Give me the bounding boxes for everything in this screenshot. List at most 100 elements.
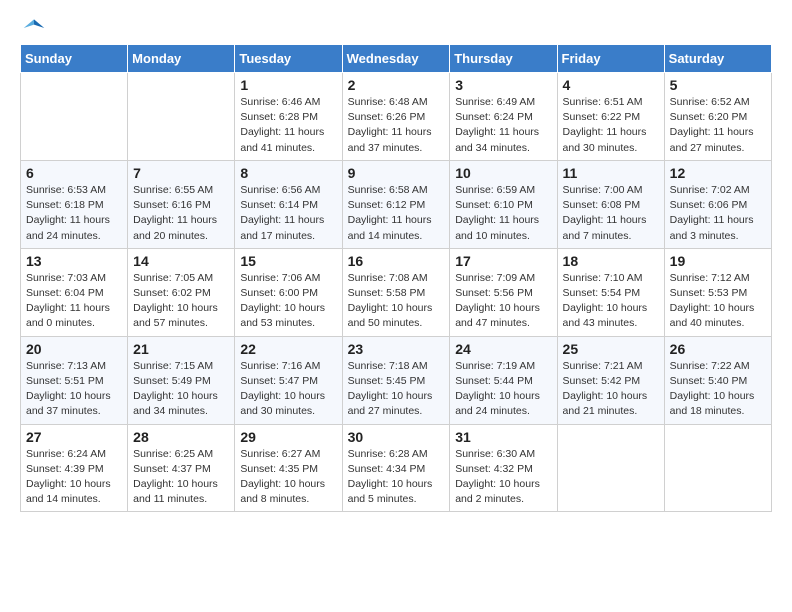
day-info: Sunrise: 6:24 AMSunset: 4:39 PMDaylight:…: [26, 447, 122, 508]
day-number: 19: [670, 253, 766, 269]
week-row-2: 6 Sunrise: 6:53 AMSunset: 6:18 PMDaylight…: [21, 160, 772, 248]
day-number: 18: [563, 253, 659, 269]
day-info: Sunrise: 7:00 AMSunset: 6:08 PMDaylight:…: [563, 183, 659, 244]
day-number: 12: [670, 165, 766, 181]
page: SundayMondayTuesdayWednesdayThursdayFrid…: [0, 0, 792, 528]
day-info: Sunrise: 7:08 AMSunset: 5:58 PMDaylight:…: [348, 271, 445, 332]
day-cell-28: 28 Sunrise: 6:25 AMSunset: 4:37 PMDayligh…: [128, 424, 235, 512]
day-info: Sunrise: 6:49 AMSunset: 6:24 PMDaylight:…: [455, 95, 551, 156]
day-number: 15: [240, 253, 336, 269]
day-cell-23: 23 Sunrise: 7:18 AMSunset: 5:45 PMDayligh…: [342, 336, 450, 424]
weekday-header-monday: Monday: [128, 45, 235, 73]
day-cell-18: 18 Sunrise: 7:10 AMSunset: 5:54 PMDayligh…: [557, 248, 664, 336]
day-info: Sunrise: 7:03 AMSunset: 6:04 PMDaylight:…: [26, 271, 122, 332]
day-info: Sunrise: 6:55 AMSunset: 6:16 PMDaylight:…: [133, 183, 229, 244]
day-number: 22: [240, 341, 336, 357]
week-row-5: 27Sunrise: 6:24 AMSunset: 4:39 PMDayligh…: [21, 424, 772, 512]
day-number: 8: [240, 165, 336, 181]
day-number: 16: [348, 253, 445, 269]
day-cell-19: 19 Sunrise: 7:12 AMSunset: 5:53 PMDayligh…: [664, 248, 771, 336]
day-cell-24: 24 Sunrise: 7:19 AMSunset: 5:44 PMDayligh…: [450, 336, 557, 424]
day-info: Sunrise: 7:19 AMSunset: 5:44 PMDaylight:…: [455, 359, 551, 420]
day-cell-1: 1 Sunrise: 6:46 AMSunset: 6:28 PMDaylight…: [235, 73, 342, 161]
weekday-header-wednesday: Wednesday: [342, 45, 450, 73]
day-number: 24: [455, 341, 551, 357]
day-info: Sunrise: 7:10 AMSunset: 5:54 PMDaylight:…: [563, 271, 659, 332]
day-info: Sunrise: 6:28 AMSunset: 4:34 PMDaylight:…: [348, 447, 445, 508]
day-info: Sunrise: 7:05 AMSunset: 6:02 PMDaylight:…: [133, 271, 229, 332]
day-number: 3: [455, 77, 551, 93]
day-cell-25: 25 Sunrise: 7:21 AMSunset: 5:42 PMDayligh…: [557, 336, 664, 424]
day-info: Sunrise: 6:46 AMSunset: 6:28 PMDaylight:…: [240, 95, 336, 156]
day-info: Sunrise: 7:21 AMSunset: 5:42 PMDaylight:…: [563, 359, 659, 420]
day-number: 23: [348, 341, 445, 357]
day-cell-10: 10Sunrise: 6:59 AMSunset: 6:10 PMDayligh…: [450, 160, 557, 248]
day-info: Sunrise: 6:25 AMSunset: 4:37 PMDaylight:…: [133, 447, 229, 508]
day-info: Sunrise: 6:30 AMSunset: 4:32 PMDaylight:…: [455, 447, 551, 508]
day-cell-4: 4Sunrise: 6:51 AMSunset: 6:22 PMDaylight…: [557, 73, 664, 161]
day-cell-9: 9Sunrise: 6:58 AMSunset: 6:12 PMDaylight…: [342, 160, 450, 248]
empty-cell: [21, 73, 128, 161]
logo: [20, 16, 46, 36]
day-info: Sunrise: 7:06 AMSunset: 6:00 PMDaylight:…: [240, 271, 336, 332]
day-info: Sunrise: 6:27 AMSunset: 4:35 PMDaylight:…: [240, 447, 336, 508]
day-cell-14: 14 Sunrise: 7:05 AMSunset: 6:02 PMDayligh…: [128, 248, 235, 336]
day-cell-13: 13 Sunrise: 7:03 AMSunset: 6:04 PMDayligh…: [21, 248, 128, 336]
day-cell-29: 29 Sunrise: 6:27 AMSunset: 4:35 PMDayligh…: [235, 424, 342, 512]
day-info: Sunrise: 7:22 AMSunset: 5:40 PMDaylight:…: [670, 359, 766, 420]
weekday-header-tuesday: Tuesday: [235, 45, 342, 73]
day-number: 17: [455, 253, 551, 269]
day-info: Sunrise: 7:15 AMSunset: 5:49 PMDaylight:…: [133, 359, 229, 420]
day-info: Sunrise: 6:56 AMSunset: 6:14 PMDaylight:…: [240, 183, 336, 244]
empty-cell: [128, 73, 235, 161]
day-info: Sunrise: 6:48 AMSunset: 6:26 PMDaylight:…: [348, 95, 445, 156]
day-info: Sunrise: 7:13 AMSunset: 5:51 PMDaylight:…: [26, 359, 122, 420]
day-cell-15: 15 Sunrise: 7:06 AMSunset: 6:00 PMDayligh…: [235, 248, 342, 336]
day-cell-26: 26 Sunrise: 7:22 AMSunset: 5:40 PMDayligh…: [664, 336, 771, 424]
day-number: 31: [455, 429, 551, 445]
day-info: Sunrise: 7:12 AMSunset: 5:53 PMDaylight:…: [670, 271, 766, 332]
logo-bird-icon: [22, 16, 46, 40]
week-row-4: 20 Sunrise: 7:13 AMSunset: 5:51 PMDayligh…: [21, 336, 772, 424]
day-info: Sunrise: 6:53 AMSunset: 6:18 PMDaylight:…: [26, 183, 122, 244]
day-cell-2: 2 Sunrise: 6:48 AMSunset: 6:26 PMDaylight…: [342, 73, 450, 161]
day-cell-11: 11Sunrise: 7:00 AMSunset: 6:08 PMDayligh…: [557, 160, 664, 248]
day-number: 28: [133, 429, 229, 445]
day-number: 6: [26, 165, 122, 181]
weekday-header-sunday: Sunday: [21, 45, 128, 73]
weekday-header-saturday: Saturday: [664, 45, 771, 73]
day-number: 21: [133, 341, 229, 357]
week-row-3: 13 Sunrise: 7:03 AMSunset: 6:04 PMDayligh…: [21, 248, 772, 336]
day-info: Sunrise: 7:18 AMSunset: 5:45 PMDaylight:…: [348, 359, 445, 420]
day-cell-6: 6 Sunrise: 6:53 AMSunset: 6:18 PMDaylight…: [21, 160, 128, 248]
day-cell-30: 30 Sunrise: 6:28 AMSunset: 4:34 PMDayligh…: [342, 424, 450, 512]
day-number: 7: [133, 165, 229, 181]
day-number: 26: [670, 341, 766, 357]
day-cell-3: 3 Sunrise: 6:49 AMSunset: 6:24 PMDaylight…: [450, 73, 557, 161]
day-cell-7: 7 Sunrise: 6:55 AMSunset: 6:16 PMDaylight…: [128, 160, 235, 248]
weekday-header-thursday: Thursday: [450, 45, 557, 73]
day-cell-12: 12Sunrise: 7:02 AMSunset: 6:06 PMDayligh…: [664, 160, 771, 248]
day-cell-8: 8 Sunrise: 6:56 AMSunset: 6:14 PMDaylight…: [235, 160, 342, 248]
day-number: 9: [348, 165, 445, 181]
day-info: Sunrise: 7:09 AMSunset: 5:56 PMDaylight:…: [455, 271, 551, 332]
day-number: 2: [348, 77, 445, 93]
day-number: 30: [348, 429, 445, 445]
day-cell-21: 21 Sunrise: 7:15 AMSunset: 5:49 PMDayligh…: [128, 336, 235, 424]
day-number: 13: [26, 253, 122, 269]
day-cell-5: 5Sunrise: 6:52 AMSunset: 6:20 PMDaylight…: [664, 73, 771, 161]
weekday-header-friday: Friday: [557, 45, 664, 73]
day-number: 20: [26, 341, 122, 357]
day-cell-27: 27Sunrise: 6:24 AMSunset: 4:39 PMDayligh…: [21, 424, 128, 512]
day-number: 1: [240, 77, 336, 93]
day-info: Sunrise: 7:16 AMSunset: 5:47 PMDaylight:…: [240, 359, 336, 420]
day-cell-31: 31 Sunrise: 6:30 AMSunset: 4:32 PMDayligh…: [450, 424, 557, 512]
day-number: 14: [133, 253, 229, 269]
day-number: 10: [455, 165, 551, 181]
day-cell-17: 17 Sunrise: 7:09 AMSunset: 5:56 PMDayligh…: [450, 248, 557, 336]
day-number: 25: [563, 341, 659, 357]
day-number: 29: [240, 429, 336, 445]
header: [20, 16, 772, 36]
day-number: 5: [670, 77, 766, 93]
week-row-1: 1 Sunrise: 6:46 AMSunset: 6:28 PMDaylight…: [21, 73, 772, 161]
